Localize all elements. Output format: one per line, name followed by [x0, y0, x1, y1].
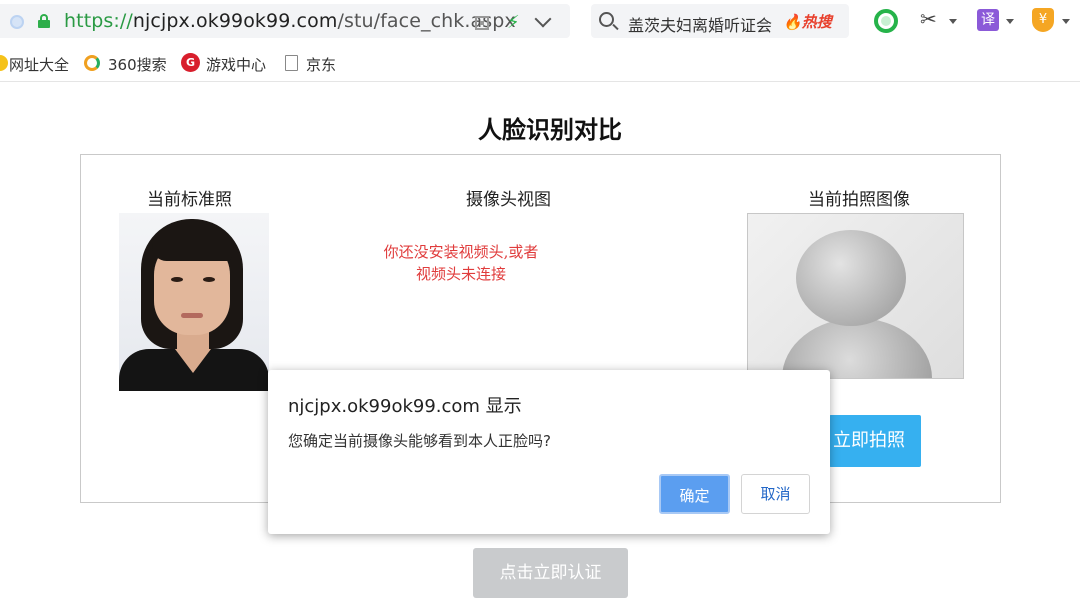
translate-icon[interactable]: 译: [977, 9, 999, 31]
dialog-message: 您确定当前摄像头能够看到本人正脸吗?: [288, 432, 551, 450]
translate-dropdown-caret-icon[interactable]: [1006, 19, 1014, 24]
url-text[interactable]: https://njcjpx.ok99ok99.com/stu/face_chk…: [64, 10, 516, 32]
address-bar[interactable]: https://njcjpx.ok99ok99.com/stu/face_chk…: [0, 4, 570, 38]
bookmark-360-search[interactable]: 360搜索: [108, 54, 167, 75]
bookmarks-bar: 网址大全 360搜索 G 游戏中心 京东: [0, 44, 1080, 82]
wallet-dropdown-caret-icon[interactable]: [1062, 19, 1070, 24]
standard-photo: [119, 213, 269, 391]
hot-search-label: 热搜: [801, 13, 832, 31]
green-circle-extension-icon[interactable]: [874, 9, 898, 33]
bookmark-jd[interactable]: 京东: [306, 54, 336, 75]
browser-toolbar: https://njcjpx.ok99ok99.com/stu/face_chk…: [0, 0, 1080, 42]
dialog-cancel-button[interactable]: 取消: [741, 474, 810, 514]
url-scheme: https://: [64, 10, 133, 32]
wallet-shield-icon[interactable]: ¥: [1032, 8, 1054, 32]
camera-error-line-2: 视频头未连接: [415, 265, 506, 283]
hot-search-badge[interactable]: 🔥热搜: [783, 11, 832, 32]
standard-photo-label: 当前标准照: [147, 190, 232, 210]
qr-code-icon[interactable]: [475, 16, 489, 30]
page-icon: [285, 55, 298, 71]
dialog-ok-button[interactable]: 确定: [659, 474, 730, 514]
site-info-icon[interactable]: [10, 15, 24, 29]
url-path: /stu/face_chk.aspx: [337, 10, 516, 32]
confirm-dialog: njcjpx.ok99ok99.com 显示 您确定当前摄像头能够看到本人正脸吗…: [268, 370, 830, 534]
scissors-icon[interactable]: ✂: [920, 7, 937, 31]
search-input[interactable]: 盖茨夫妇离婚听证会: [628, 12, 772, 36]
search-icon: [599, 12, 614, 27]
bookmark-folder-icon: [0, 55, 8, 71]
page-title: 人脸识别对比: [478, 116, 622, 144]
camera-view-label: 摄像头视图: [466, 190, 551, 210]
360-search-icon: [84, 55, 100, 71]
bookmark-game-center[interactable]: 游戏中心: [206, 54, 266, 75]
captured-image-placeholder: [747, 213, 964, 379]
camera-error-message: 你还没安装视频头,或者 视频头未连接: [331, 241, 591, 285]
scissors-dropdown-caret-icon[interactable]: [949, 19, 957, 24]
camera-error-line-1: 你还没安装视频头,或者: [383, 243, 539, 261]
url-host: njcjpx.ok99ok99.com: [132, 10, 338, 32]
game-center-icon: G: [181, 53, 200, 72]
search-box[interactable]: 盖茨夫妇离婚听证会 🔥热搜: [591, 4, 849, 38]
chevron-down-icon[interactable]: [534, 10, 552, 28]
take-photo-button[interactable]: 立即拍照: [829, 415, 921, 467]
lightning-icon[interactable]: ⚡: [507, 12, 520, 33]
verify-button[interactable]: 点击立即认证: [473, 548, 628, 598]
bookmark-url-directory[interactable]: 网址大全: [9, 54, 69, 75]
dialog-title: njcjpx.ok99ok99.com 显示: [288, 396, 522, 417]
lock-icon[interactable]: [38, 14, 50, 28]
current-capture-label: 当前拍照图像: [808, 190, 910, 210]
